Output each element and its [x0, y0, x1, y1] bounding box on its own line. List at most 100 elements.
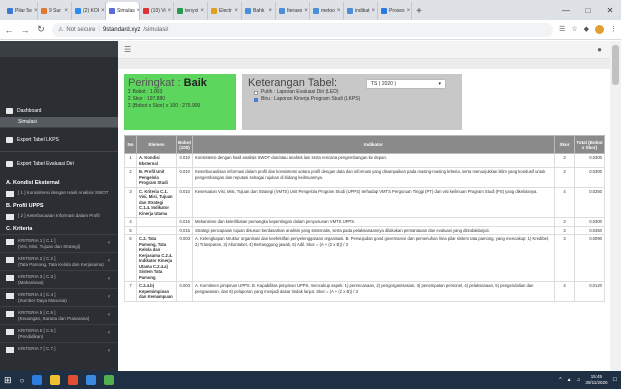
skor-text: 3 — [563, 236, 566, 241]
tab-label: (2) KOI — [83, 8, 100, 14]
browser-tab[interactable]: Electr × — [208, 2, 242, 20]
blue-swatch — [254, 97, 258, 102]
browser-tab[interactable]: Simulas × — [106, 2, 140, 20]
page-scrollbar[interactable] — [610, 41, 621, 371]
maximize-icon[interactable]: □ — [577, 0, 599, 20]
new-tab-button[interactable]: + — [412, 2, 426, 20]
translate-icon[interactable]: ☰ — [559, 25, 565, 34]
close-tab-icon[interactable]: × — [371, 8, 375, 14]
sidebar-item-kriteria[interactable]: KRITERIA 2 [ C.2 ] (Tata Pamong, Tata Kel… — [0, 252, 118, 270]
sidebar-item-export-led[interactable]: Export Tabel Evaluasi Diri — [0, 151, 118, 175]
search-icon[interactable]: ○ — [20, 376, 25, 385]
close-tab-icon[interactable]: × — [101, 8, 105, 14]
sidebar: Dashboard Simulasi Export Tabel LKPS Exp… — [0, 41, 118, 371]
sidebar-item-kriteria[interactable]: KRITERIA 1 [ C.1 ] (Visi, Misi, Tujuan da… — [0, 234, 118, 252]
tray-arrow-icon[interactable]: ^ — [559, 377, 561, 383]
cell-elemen — [136, 217, 177, 227]
browser-tab[interactable]: Proses × — [378, 2, 412, 20]
sidebar-item-export-lkps[interactable]: Export Tabel LKPS — [0, 127, 118, 151]
tab-label: Pilar 5e — [15, 8, 32, 14]
browser-tab[interactable]: metoo × — [310, 2, 344, 20]
file-explorer-icon[interactable] — [50, 375, 61, 385]
indikator-text: Kesesuaian Visi, Misi, Tujuan dan Strate… — [195, 188, 538, 194]
notification-icon[interactable]: ☐ — [613, 377, 617, 383]
folder-icon — [6, 311, 14, 317]
cell-skor: 3 — [554, 167, 575, 188]
tab-label: indikat — [355, 8, 370, 14]
table-row: 1 A. Kondisi Eksternal 0.010 Konsistensi de… — [124, 153, 605, 168]
favicon-icon — [109, 8, 115, 14]
chevron-down-icon: ▾ — [438, 81, 441, 87]
address-bar: ← → ↻ ⚠ Not secure | 9standard.xyz/simul… — [0, 20, 621, 40]
total-text: 0.0250 — [589, 188, 602, 194]
browser-tab[interactable]: (10) Vi × — [140, 2, 174, 20]
close-tab-icon[interactable]: × — [337, 8, 341, 14]
star-icon[interactable]: ☆ — [571, 25, 577, 34]
close-tab-icon[interactable]: × — [407, 8, 411, 14]
cell-skor: 3 — [554, 153, 575, 168]
scroll-thumb[interactable] — [612, 45, 619, 85]
close-tab-icon[interactable]: × — [268, 8, 272, 14]
reload-icon[interactable]: ↻ — [36, 24, 46, 35]
cell-bobot: 0.010 — [176, 186, 193, 218]
close-tab-icon[interactable]: × — [234, 8, 238, 14]
sidebar-item-kriteria[interactable]: KRITERIA 7 [ C.7 ] ‹ — [0, 342, 118, 354]
app-icon-2[interactable] — [104, 375, 115, 385]
edge-icon[interactable] — [32, 375, 43, 385]
volume-icon[interactable]: ♫ — [577, 377, 581, 383]
profile-avatar[interactable] — [595, 25, 604, 34]
minimize-icon[interactable]: — — [555, 0, 577, 20]
sidebar-item-kriteria[interactable]: KRITERIA 5 [ C.5 ] (Keuangan, Sarana dan … — [0, 306, 118, 324]
sidebar-item-kriteria[interactable]: KRITERIA 4 [ C.4 ] (Sumber Daya Manusia) ‹ — [0, 288, 118, 306]
close-tab-icon[interactable]: × — [34, 8, 37, 14]
close-tab-icon[interactable]: × — [200, 8, 204, 14]
table-header-cell: Bobot (100) — [176, 135, 193, 154]
bobot-text: 0.010 — [179, 169, 190, 174]
indikator-text: A. Kelengkapan struktur organisasi dan k… — [195, 236, 550, 247]
windows-taskbar: ⊞ ○ ^ ▲ ♫ 15:45 30/11/2020 ☐ — [0, 371, 621, 389]
menu-icon[interactable]: ⋮ — [610, 25, 617, 34]
user-icon[interactable]: ● — [597, 45, 602, 54]
sidebar-item-simulasi[interactable]: Simulasi — [0, 117, 118, 127]
hamburger-icon[interactable]: ☰ — [124, 45, 131, 54]
back-icon[interactable]: ← — [4, 25, 14, 35]
close-tab-icon[interactable]: × — [304, 8, 308, 14]
favicon-icon — [177, 8, 183, 14]
cell-total: 0.0120 — [574, 281, 605, 302]
browser-tab[interactable]: indikat × — [344, 2, 378, 20]
sidebar-item-kriteria[interactable]: KRITERIA 6 [ C.6 ] (Pendidikan) ‹ — [0, 324, 118, 342]
forward-icon[interactable]: → — [20, 25, 30, 35]
windows-start-icon[interactable]: ⊞ — [4, 375, 12, 386]
favicon-icon — [279, 8, 285, 14]
clock[interactable]: 15:45 30/11/2020 — [585, 374, 607, 386]
close-tab-icon[interactable]: × — [168, 8, 172, 14]
ts-year-select[interactable]: TS ( 2020 ) ▾ — [366, 79, 446, 89]
browser-tab[interactable]: Pilar 5e × — [4, 2, 38, 20]
no-text: 3 — [129, 188, 132, 194]
close-window-icon[interactable]: ✕ — [599, 0, 621, 20]
browser-tab[interactable]: (2) KOI × — [72, 2, 106, 20]
app-icon[interactable] — [86, 375, 97, 385]
no-text: 2 — [129, 169, 132, 174]
sidebar-item-profil[interactable]: [ 2 ] Keterbacaaan Informasi dalam Profi… — [0, 211, 118, 221]
close-tab-icon[interactable]: × — [64, 8, 68, 14]
elemen-text: B. Profil Unit Pengelola Program Studi — [139, 169, 168, 185]
sidebar-item-kriteria[interactable]: KRITERIA 3 [ C.3 ] (Mahasiswa) ‹ — [0, 270, 118, 288]
skor-text: 3 — [563, 227, 566, 233]
browser-tab[interactable]: tenyxi × — [174, 2, 208, 20]
sidebar-item-dashboard[interactable]: Dashboard — [0, 105, 118, 117]
sidebar-item-swot[interactable]: [ 1 ] Konsistensi dengan Hasil Analisis … — [0, 188, 118, 198]
peringkat-value: Baik — [183, 77, 207, 89]
network-icon[interactable]: ▲ — [567, 377, 572, 383]
cell-total: 0.0300 — [574, 217, 605, 227]
browser-tab[interactable]: Iteraso × — [276, 2, 310, 20]
skor-text: 4 — [563, 188, 566, 194]
elemen-text: C.2.4.b) Kepemimpinan dan Kemampuan — [139, 283, 173, 299]
url-field[interactable]: ⚠ Not secure | 9standard.xyz/simulasi/ — [52, 22, 554, 37]
indikator-text: Strategi pencapaian tujuan disusun berda… — [195, 227, 490, 233]
chrome-taskbar-icon[interactable] — [68, 375, 79, 385]
browser-tab[interactable]: 9 Sur × — [38, 2, 72, 20]
browser-tab[interactable]: Bahk × — [242, 2, 276, 20]
extensions-icon[interactable]: ◆ — [584, 25, 589, 34]
bobot-text: 0.003 — [179, 283, 190, 288]
